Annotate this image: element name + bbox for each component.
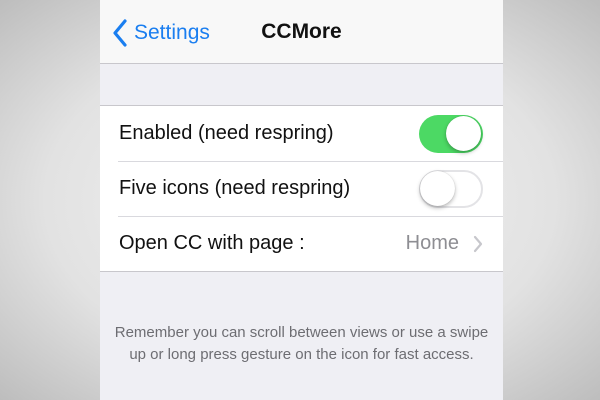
setting-value-open-cc-page: Home — [405, 232, 459, 254]
setting-row-enabled: Enabled (need respring) — [100, 106, 503, 161]
enabled-toggle[interactable] — [419, 114, 483, 153]
toggle-knob — [420, 171, 455, 206]
five-icons-toggle[interactable] — [419, 169, 483, 208]
setting-label-open-cc-page: Open CC with page : — [119, 232, 305, 254]
settings-screen: Settings CCMore Enabled (need respring) … — [100, 0, 503, 400]
navigation-bar: Settings CCMore — [100, 0, 503, 64]
setting-label-five-icons: Five icons (need respring) — [119, 177, 351, 199]
toggle-knob — [446, 116, 481, 151]
chevron-left-icon — [108, 16, 132, 50]
setting-row-five-icons: Five icons (need respring) — [100, 161, 503, 216]
back-button[interactable]: Settings — [108, 16, 210, 50]
back-button-label: Settings — [134, 21, 210, 44]
footer-hint-text: Remember you can scroll between views or… — [114, 324, 489, 363]
setting-row-open-cc-page[interactable]: Open CC with page : Home — [100, 216, 503, 271]
chevron-right-icon — [471, 234, 485, 254]
settings-group: Enabled (need respring) Five icons (need… — [100, 105, 503, 272]
setting-label-enabled: Enabled (need respring) — [119, 122, 334, 144]
